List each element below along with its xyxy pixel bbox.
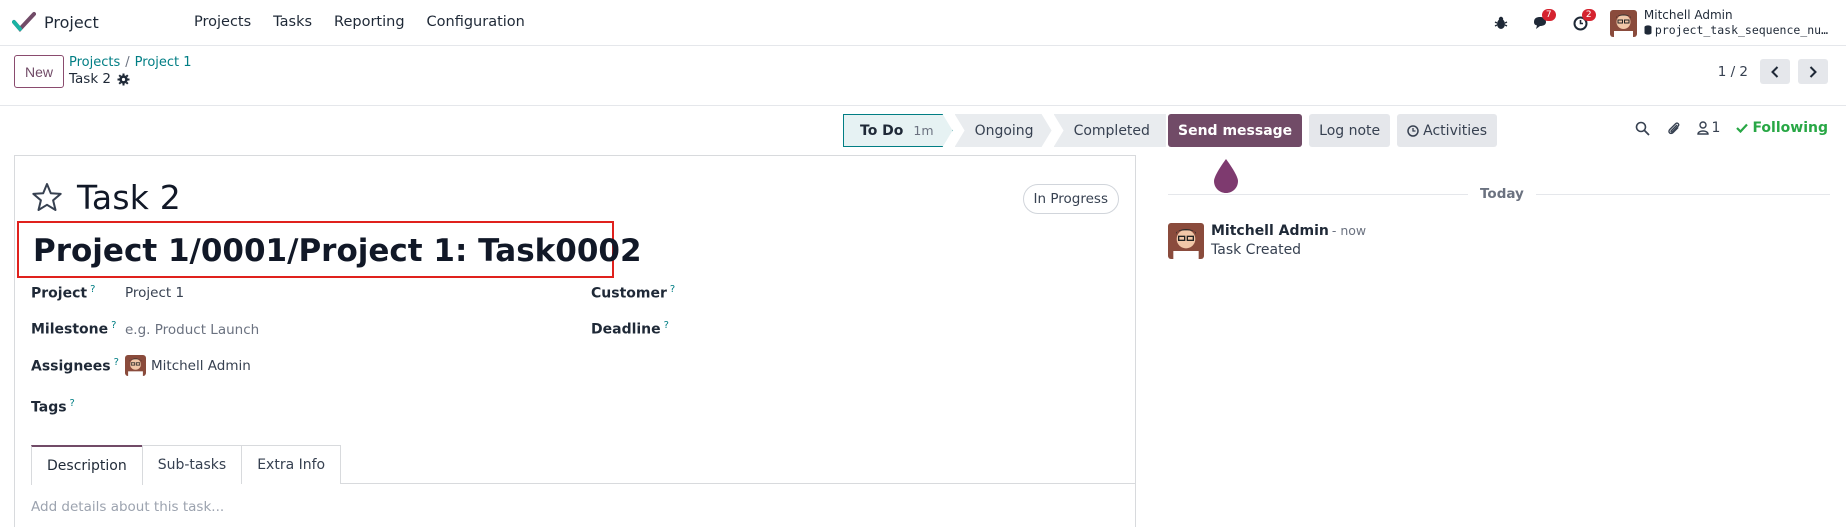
new-button[interactable]: New xyxy=(14,55,65,88)
stage-todo-label: To Do xyxy=(860,122,904,139)
stage-ongoing-label: Ongoing xyxy=(974,122,1034,139)
form-sheet: Task 2 In Progress Project 1/0001/Projec… xyxy=(14,155,1136,527)
pager-value[interactable]: 1 / 2 xyxy=(1718,64,1748,80)
breadcrumb-projects[interactable]: Projects xyxy=(69,55,120,70)
help-icon[interactable]: ? xyxy=(114,357,119,368)
database-icon xyxy=(1644,25,1652,35)
stage-completed-label: Completed xyxy=(1073,122,1150,139)
user-name: Mitchell Admin xyxy=(1643,8,1733,22)
activities-clock-icon[interactable]: 2 xyxy=(1570,8,1596,38)
menu-tasks[interactable]: Tasks xyxy=(273,14,312,30)
breadcrumb-current: Task 2 xyxy=(69,71,192,87)
deadline-field-label: Deadline? xyxy=(591,320,669,338)
following-button[interactable]: Following xyxy=(1736,120,1828,136)
help-icon[interactable]: ? xyxy=(664,320,669,331)
assignee-name: Mitchell Admin xyxy=(151,357,251,374)
activities-label: Activities xyxy=(1423,122,1488,139)
pager: 1 / 2 xyxy=(1718,59,1828,84)
breadcrumb: Projects / Project 1 Task 2 xyxy=(69,55,192,87)
task-sequence-name: Project 1/0001/Project 1: Task0002 xyxy=(33,233,642,269)
user-icon xyxy=(1696,121,1709,135)
message-time: - now xyxy=(1331,223,1367,238)
chatter-actions: 1 Following xyxy=(1635,120,1828,136)
task-state-badge[interactable]: In Progress xyxy=(1022,184,1119,214)
menu-projects[interactable]: Projects xyxy=(194,14,251,30)
menu-configuration[interactable]: Configuration xyxy=(427,14,525,30)
project-field[interactable]: Project 1 xyxy=(125,285,184,301)
app-name: Project xyxy=(44,12,99,32)
main-menu: Projects Tasks Reporting Configuration xyxy=(194,14,525,30)
star-priority-icon[interactable] xyxy=(31,182,63,213)
tab-sub-tasks[interactable]: Sub-tasks xyxy=(141,445,243,484)
task-title[interactable]: Task 2 xyxy=(77,178,181,217)
tab-extra-info[interactable]: Extra Info xyxy=(241,445,342,484)
help-icon[interactable]: ? xyxy=(111,320,116,331)
chatter-topbar: Send message Log note Activities xyxy=(1168,114,1498,147)
notebook-tabs: Description Sub-tasks Extra Info xyxy=(31,445,1136,485)
help-icon[interactable]: ? xyxy=(670,284,675,295)
database-label: project_task_sequence_nu… xyxy=(1654,23,1828,37)
top-navbar: Project Projects Tasks Reporting Configu… xyxy=(0,0,1846,46)
check-icon xyxy=(1736,123,1749,133)
assignee-avatar xyxy=(125,355,146,376)
pager-previous-button[interactable] xyxy=(1760,59,1790,84)
messages-icon[interactable]: 7 xyxy=(1530,8,1556,38)
search-icon[interactable] xyxy=(1635,121,1650,136)
followers-count: 1 xyxy=(1711,120,1721,136)
app-brand[interactable]: Project xyxy=(12,11,99,33)
following-label: Following xyxy=(1752,120,1828,136)
log-note-button[interactable]: Log note xyxy=(1309,114,1391,147)
breadcrumb-separator: / xyxy=(125,55,130,70)
followers-button[interactable]: 1 xyxy=(1696,120,1721,136)
stage-todo-duration: 1m xyxy=(913,123,934,138)
activities-badge: 2 xyxy=(1581,9,1596,21)
project-field-label: Project? xyxy=(31,284,96,302)
chevron-right-icon xyxy=(1809,65,1817,78)
title-row: Task 2 xyxy=(31,178,181,217)
tab-description[interactable]: Description xyxy=(31,445,143,485)
user-avatar[interactable] xyxy=(1609,9,1637,37)
debug-bug-icon[interactable] xyxy=(1490,8,1512,38)
user-menu[interactable]: Mitchell Admin project_task_sequence_nu… xyxy=(1644,8,1828,38)
stage-statusbar: To Do 1m Ongoing Completed xyxy=(843,114,1166,147)
control-panel: New Projects / Project 1 Task 2 1 / 2 xyxy=(0,47,1846,106)
messages-badge: 7 xyxy=(1541,9,1556,21)
odoo-project-logo-icon xyxy=(12,12,36,32)
assignees-field[interactable]: Mitchell Admin xyxy=(125,355,251,376)
clock-icon xyxy=(1407,124,1419,137)
send-message-button[interactable]: Send message xyxy=(1168,114,1303,147)
stage-completed[interactable]: Completed xyxy=(1053,114,1166,147)
sequence-highlight-box: Project 1/0001/Project 1: Task0002 xyxy=(17,221,642,278)
tags-field-label: Tags? xyxy=(31,398,75,416)
milestone-field[interactable]: e.g. Product Launch xyxy=(125,322,259,338)
database-name: project_task_sequence_nu… xyxy=(1644,22,1828,38)
pager-next-button[interactable] xyxy=(1798,59,1828,84)
gear-icon[interactable] xyxy=(117,73,130,86)
drop-indicator-icon xyxy=(1214,159,1238,193)
menu-reporting[interactable]: Reporting xyxy=(334,14,405,30)
milestone-field-label: Milestone? xyxy=(31,320,117,338)
message-author[interactable]: Mitchell Admin xyxy=(1211,223,1329,239)
help-icon[interactable]: ? xyxy=(90,284,95,295)
breadcrumb-current-label: Task 2 xyxy=(69,71,112,87)
message-author-avatar[interactable] xyxy=(1168,223,1204,259)
date-separator-today: Today xyxy=(1468,186,1536,202)
assignees-field-label: Assignees? xyxy=(31,357,119,375)
description-editor[interactable]: Add details about this task... xyxy=(31,499,224,515)
paperclip-icon[interactable] xyxy=(1666,120,1681,136)
systray: 7 2 Mitchell Admin project_task_sequence… xyxy=(1490,8,1828,38)
stage-ongoing[interactable]: Ongoing xyxy=(955,114,1052,147)
message-content: Mitchell Admin - now Task Created xyxy=(1211,223,1366,259)
stage-todo[interactable]: To Do 1m xyxy=(843,114,953,147)
customer-field-label: Customer? xyxy=(591,284,676,302)
breadcrumb-project-1[interactable]: Project 1 xyxy=(135,55,192,70)
activities-button[interactable]: Activities xyxy=(1397,114,1498,147)
chevron-left-icon xyxy=(1771,65,1779,78)
help-icon[interactable]: ? xyxy=(70,398,75,409)
chatter-message: Mitchell Admin - now Task Created xyxy=(1168,223,1366,259)
message-body: Task Created xyxy=(1211,242,1302,258)
